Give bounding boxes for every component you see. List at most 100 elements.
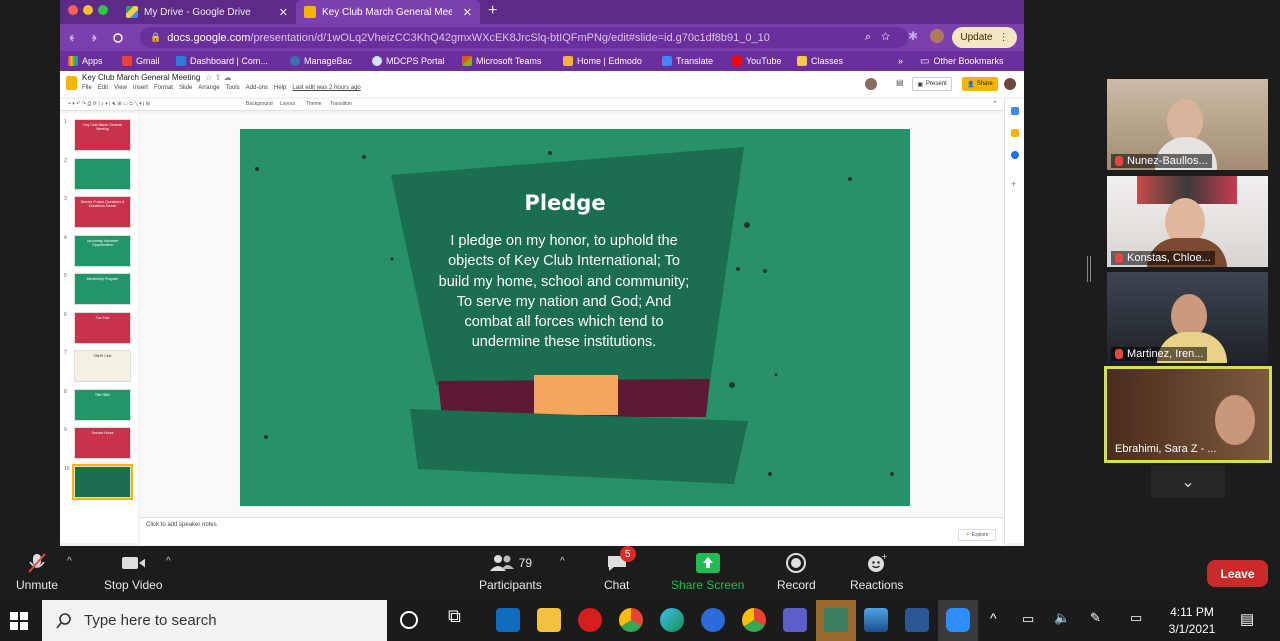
menu-edit[interactable]: Edit: [98, 85, 108, 91]
slide-thumbnail[interactable]: SNHS Club: [74, 350, 131, 382]
bookmarks-more[interactable]: »: [898, 54, 903, 68]
explore-button[interactable]: ✦ Explore: [958, 529, 996, 541]
menu-insert[interactable]: Insert: [133, 85, 148, 91]
notifications-icon[interactable]: ▤: [1240, 610, 1254, 628]
share-button[interactable]: 👤 Share: [962, 77, 998, 91]
participant-video-1[interactable]: Nunez-Baullos...: [1107, 79, 1268, 170]
participant-video-2[interactable]: Konstas, Chloe...: [1107, 176, 1268, 267]
bookmark-translate[interactable]: Translate: [662, 54, 713, 68]
taskbar-search-box[interactable]: Type here to search: [42, 600, 387, 641]
panel-resize-handle[interactable]: [1087, 256, 1091, 282]
bookmark-youtube[interactable]: YouTube: [732, 54, 781, 68]
slide-thumbnail[interactable]: Upcoming Volunteer Opportunities: [74, 234, 131, 267]
pen-icon[interactable]: ✎: [1090, 610, 1101, 626]
theme-button[interactable]: Theme: [306, 101, 322, 107]
slide-canvas[interactable]: Pledge I pledge on my honor, to uphold t…: [240, 129, 910, 506]
bookmark-edmodo[interactable]: Home | Edmodo: [563, 54, 642, 68]
scroll-participants-down-button[interactable]: ⌄: [1151, 466, 1225, 498]
slide-thumbnail[interactable]: Service Hours: [74, 427, 131, 459]
video-options-chevron-icon[interactable]: ^: [166, 556, 171, 567]
unmute-button[interactable]: Unmute: [16, 552, 58, 592]
bookmark-apps[interactable]: Apps: [68, 54, 103, 68]
profile-avatar[interactable]: [930, 29, 944, 43]
slide-thumbnail[interactable]: Service Project Questions & Donations Ad…: [74, 196, 131, 228]
share-screen-button[interactable]: Share Screen: [671, 552, 744, 592]
microsoft-store-icon[interactable]: [496, 608, 520, 632]
bookmark-dashboard[interactable]: Dashboard | Com...: [176, 54, 268, 68]
keep-icon[interactable]: [1011, 129, 1019, 137]
menu-file[interactable]: File: [82, 85, 92, 91]
slide-thumbnail[interactable]: Mentorship Program: [74, 273, 131, 305]
tray-overflow-chevron-icon[interactable]: ^: [990, 610, 997, 626]
slide-thumbnail[interactable]: Fun Fact: [74, 311, 131, 344]
cortana-icon[interactable]: [400, 611, 418, 629]
reactions-button[interactable]: + Reactions: [850, 552, 903, 592]
doc-title[interactable]: Key Club March General Meeting ☆ ⇪ ☁: [82, 73, 232, 82]
bookmark-managebac[interactable]: ManageBac: [290, 54, 352, 68]
active-app-slot[interactable]: [816, 600, 856, 641]
account-avatar[interactable]: [1004, 78, 1016, 90]
record-button[interactable]: Record: [777, 552, 816, 592]
speaker-notes[interactable]: Click to add speaker notes: [140, 517, 1004, 545]
menu-view[interactable]: View: [114, 85, 127, 91]
battery-icon[interactable]: ▭: [1022, 611, 1034, 627]
file-explorer-icon[interactable]: [537, 608, 561, 632]
slide-thumbnail[interactable]: Key Club March General Meeting: [74, 119, 131, 151]
stop-video-button[interactable]: Stop Video: [104, 552, 163, 592]
update-button[interactable]: Update ⋮: [952, 27, 1017, 48]
close-tab-icon[interactable]: ✕: [463, 6, 472, 19]
participants-button[interactable]: 79 Participants: [479, 552, 542, 592]
tool-icons[interactable]: + ▾ ↶ ↷ ⎙ ⟳ | ⌕ ▾ | ⬉ ⊞ ▭ ⬭ ╲ ▾ | ⊞: [68, 101, 150, 107]
menu-addons[interactable]: Add-ons: [246, 85, 268, 91]
firefox-icon[interactable]: [701, 608, 725, 632]
chrome-icon[interactable]: [619, 608, 643, 632]
audio-options-chevron-icon[interactable]: ^: [67, 556, 72, 567]
edge-icon[interactable]: [660, 608, 684, 632]
last-edit-link[interactable]: Last edit was 2 hours ago: [292, 85, 360, 91]
search-icon[interactable]: ⌕☆: [865, 31, 900, 44]
zoom-app-slot[interactable]: [938, 600, 978, 641]
tab-google-slides[interactable]: Key Club March General Meeting - Google …: [296, 0, 480, 24]
slide-body-text[interactable]: I pledge on my honor, to uphold the obje…: [435, 231, 693, 353]
participants-options-chevron-icon[interactable]: ^: [560, 556, 565, 567]
transition-button[interactable]: Transition: [330, 101, 352, 107]
minimize-window-button[interactable]: [83, 5, 93, 15]
menu-arrange[interactable]: Arrange: [198, 85, 219, 91]
close-window-button[interactable]: [68, 5, 78, 15]
new-tab-button[interactable]: +: [488, 2, 497, 20]
slide-thumbnail[interactable]: [74, 157, 131, 190]
windows-start-icon[interactable]: [10, 612, 28, 630]
layout-button[interactable]: Layout: [280, 101, 295, 107]
display-icon[interactable]: ▭: [1130, 610, 1142, 626]
close-tab-icon[interactable]: ✕: [279, 6, 288, 19]
maximize-window-button[interactable]: [98, 5, 108, 15]
chat-button[interactable]: 5 Chat: [604, 546, 636, 592]
calendar-icon[interactable]: [1011, 107, 1019, 115]
leave-meeting-button[interactable]: Leave: [1207, 560, 1268, 587]
system-clock[interactable]: 4:11 PM 3/1/2021: [1162, 604, 1222, 638]
bookmark-gmail[interactable]: Gmail: [122, 54, 160, 68]
slide-thumbnail[interactable]: [72, 463, 133, 500]
teams-icon[interactable]: [783, 608, 807, 632]
address-bar[interactable]: 🔒 docs.google.com/presentation/d/1wOLq2V…: [140, 27, 908, 48]
volume-icon[interactable]: 🔈: [1054, 610, 1070, 626]
bookmark-microsoft-teams[interactable]: Microsoft Teams: [462, 54, 541, 68]
chrome-profile-icon[interactable]: [742, 608, 766, 632]
other-bookmarks[interactable]: ▭ Other Bookmarks: [920, 54, 1003, 68]
present-button[interactable]: ▣ Present: [912, 77, 952, 91]
word-icon[interactable]: [905, 608, 929, 632]
participant-video-active-speaker[interactable]: Ebrahimi, Sara Z - ...: [1104, 366, 1272, 463]
menu-tools[interactable]: Tools: [226, 85, 240, 91]
comment-icon[interactable]: ▤: [896, 78, 904, 87]
bookmark-classes[interactable]: Classes: [797, 54, 843, 68]
task-view-icon[interactable]: ⧉: [448, 606, 472, 630]
slide-thumbnail[interactable]: Title Slide: [74, 388, 131, 421]
tab-google-drive[interactable]: My Drive - Google Drive ✕: [118, 0, 296, 24]
participant-video-3[interactable]: Martinez, Iren...: [1107, 272, 1268, 363]
collapse-icon[interactable]: ⌃: [992, 100, 998, 108]
extension-icon[interactable]: ✱: [908, 29, 918, 43]
menu-format[interactable]: Format: [154, 85, 173, 91]
slides-logo-icon[interactable]: [66, 76, 77, 90]
bookmark-mdcps-portal[interactable]: MDCPS Portal: [372, 54, 445, 68]
tasks-icon[interactable]: [1011, 151, 1019, 159]
